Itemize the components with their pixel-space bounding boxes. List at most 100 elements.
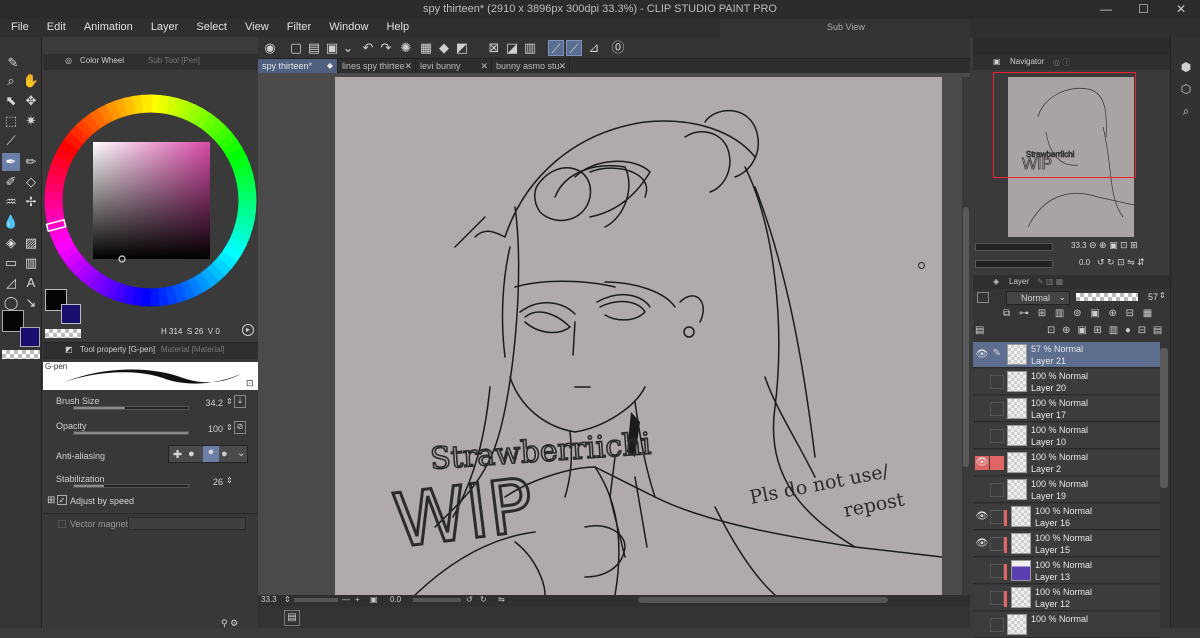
frame-tool-icon[interactable]: ▥ [22, 254, 40, 272]
deselect-icon[interactable]: ⊠ [486, 40, 502, 56]
eye-icon[interactable]: 👁 [975, 537, 989, 551]
layer-thumbnail[interactable] [1011, 587, 1031, 608]
nav-rotate-buttons[interactable]: ↺ ↻ ⊡ ⇋ ⇵ [1097, 257, 1145, 268]
pencil-tool-icon[interactable]: ✏ [22, 153, 40, 171]
hue-segment[interactable] [141, 94, 152, 113]
layer-thumbnail[interactable] [1007, 425, 1027, 446]
invert-selection-icon[interactable]: ▥ [522, 40, 538, 56]
snap-special-ruler-icon[interactable]: ⟋ [566, 40, 582, 56]
tab-layer-property-icons[interactable]: ✎ ▥ ▦ [1037, 277, 1063, 286]
layer-lock-toggle[interactable] [990, 429, 1004, 443]
snap-ruler-icon[interactable]: ⟋ [548, 40, 564, 56]
open-folder-icon[interactable]: ▤ [306, 40, 322, 56]
layer-lock-toggle[interactable] [990, 564, 1004, 578]
layer-row[interactable]: 👁 100 % Normal Layer 15 [973, 531, 1160, 557]
blend-tool-icon[interactable]: ✢ [22, 193, 40, 211]
sub-color-swatch[interactable] [20, 327, 40, 347]
blend-mode-dropdown[interactable]: Normal ⌄ [1006, 291, 1070, 305]
stabilization-slider[interactable] [73, 484, 189, 488]
layer-row[interactable]: 👁 100 % Normal Layer 2 [973, 450, 1160, 476]
pen-edit-icon[interactable]: ✎ [990, 348, 1004, 362]
scrollbar-thumb[interactable] [963, 207, 969, 467]
expand-plus-icon[interactable]: ⊞ [47, 495, 55, 506]
figure-tool-icon[interactable]: ▭ [2, 254, 20, 272]
eye-icon[interactable] [975, 483, 989, 497]
menu-edit[interactable]: Edit [47, 19, 66, 36]
snap-grid-icon[interactable]: ⊿ [586, 40, 602, 56]
nav-zoom-value[interactable]: 33.3 [1071, 241, 1087, 250]
opacity-slider[interactable] [73, 431, 189, 435]
menu-animation[interactable]: Animation [84, 19, 133, 36]
nav-rotate-slider[interactable] [975, 260, 1053, 268]
ruler-tool-icon[interactable]: ◿ [2, 274, 20, 292]
timeline-icon[interactable]: ▤ [284, 610, 300, 626]
fit-icon[interactable]: ▣ [370, 595, 378, 604]
flip-icon[interactable]: ⇋ [498, 595, 505, 604]
clip-studio-icon[interactable]: ◉ [262, 40, 278, 56]
close-button[interactable]: ✕ [1176, 2, 1186, 16]
nav-zoom-buttons[interactable]: ⊖ ⊕ ▣ ⊡ ⊞ [1089, 240, 1138, 251]
opacity-value[interactable]: 100 [193, 424, 223, 434]
selection-tool-icon[interactable]: ⬚ [2, 112, 20, 130]
anti-aliasing-selector[interactable]: ✚ ● ● ● ⌄ [168, 445, 248, 463]
layer-color-icon[interactable] [977, 292, 989, 303]
brush-size-slider[interactable] [73, 406, 189, 410]
adjust-by-speed-checkbox[interactable]: ✓ [57, 495, 67, 505]
eye-icon[interactable] [975, 618, 989, 632]
search-layer-icon[interactable]: ⌕ [1178, 103, 1194, 119]
layer-lock-toggle[interactable] [990, 402, 1004, 416]
layer-tab-icon[interactable]: ◈ [993, 277, 999, 286]
chevron-down-icon[interactable]: ⌄ [340, 40, 356, 56]
tab-lines-spy-thirteen[interactable]: lines spy thirtee ✕ [338, 59, 416, 73]
layer-lock-toggle[interactable] [990, 375, 1004, 389]
subview-header[interactable]: Sub View [720, 19, 970, 37]
layer-row[interactable]: 100 % Normal Layer 17 [973, 396, 1160, 422]
tool-property-tab-icon[interactable]: ◩ [65, 345, 73, 354]
layer-opacity-slider[interactable] [1076, 293, 1138, 301]
layer-row[interactable]: 100 % Normal Layer 10 [973, 423, 1160, 449]
new-file-icon[interactable]: ▢ [288, 40, 304, 56]
tool-property-settings-icon[interactable]: ⚲ ⚙ [221, 618, 238, 629]
layer-thumbnail[interactable] [1007, 479, 1027, 500]
navigator-view-rect[interactable] [993, 72, 1136, 178]
transform-icon[interactable]: ◩ [454, 40, 470, 56]
eraser-tool-icon[interactable]: ◇ [22, 173, 40, 191]
eye-icon[interactable]: 👁 [975, 456, 989, 470]
tab-sub-tool[interactable]: Sub Tool [Pen] [148, 56, 200, 65]
layer-lock-toggle[interactable] [990, 537, 1004, 551]
crop-icon[interactable]: ◪ [504, 40, 520, 56]
tab-color-wheel-icon[interactable]: ◎ [65, 56, 72, 65]
layer-lock-toggle[interactable] [990, 483, 1004, 497]
rotation-slider[interactable] [413, 598, 461, 602]
airbrush-tool-icon[interactable]: 💧 [2, 213, 20, 231]
rotate-left-icon[interactable]: ↺ [466, 595, 473, 604]
fill-icon[interactable]: ◆ [436, 40, 452, 56]
fill-tool-icon[interactable]: ◈ [2, 234, 20, 252]
lock-icon[interactable]: ⊡ [246, 378, 254, 389]
aa-strong-icon[interactable]: ● [221, 448, 228, 460]
layer-lock-toggle[interactable] [990, 591, 1004, 605]
zoom-slider[interactable] [294, 598, 338, 602]
operation-tool-icon[interactable]: ⬉ [2, 92, 20, 110]
tab-layer[interactable]: Layer [1009, 277, 1029, 286]
eye-icon[interactable] [975, 564, 989, 578]
tab-color-wheel[interactable]: Color Wheel [80, 56, 124, 65]
redo-icon[interactable]: ↷ [378, 40, 394, 56]
text-tool-icon[interactable]: A [22, 274, 40, 292]
canvas-horizontal-scrollbar[interactable] [638, 597, 888, 603]
layer-row[interactable]: 100 % Normal Layer 20 [973, 369, 1160, 395]
aa-none-icon[interactable]: ✚ [173, 448, 182, 461]
layer-thumbnail[interactable] [1011, 560, 1031, 581]
layer-row[interactable]: 100 % Normal [973, 612, 1160, 638]
layer-scrollbar-thumb[interactable] [1160, 348, 1168, 488]
stepper-icon[interactable]: ⇕ [1159, 291, 1166, 300]
canvas-vertical-scrollbar[interactable] [962, 77, 970, 595]
cp-transparent-color[interactable] [45, 329, 81, 338]
layer-opacity-value[interactable]: 57 [1148, 292, 1158, 302]
zoom-in-icon[interactable]: + [355, 595, 360, 604]
navigator-tab-icon[interactable]: ▣ [993, 57, 1001, 66]
move-layer-tool-icon[interactable]: ✥ [22, 92, 40, 110]
eye-icon[interactable] [975, 402, 989, 416]
pen-tool-icon[interactable]: ✎ [4, 54, 22, 72]
chevron-down-icon[interactable]: ⌄ [237, 448, 245, 459]
